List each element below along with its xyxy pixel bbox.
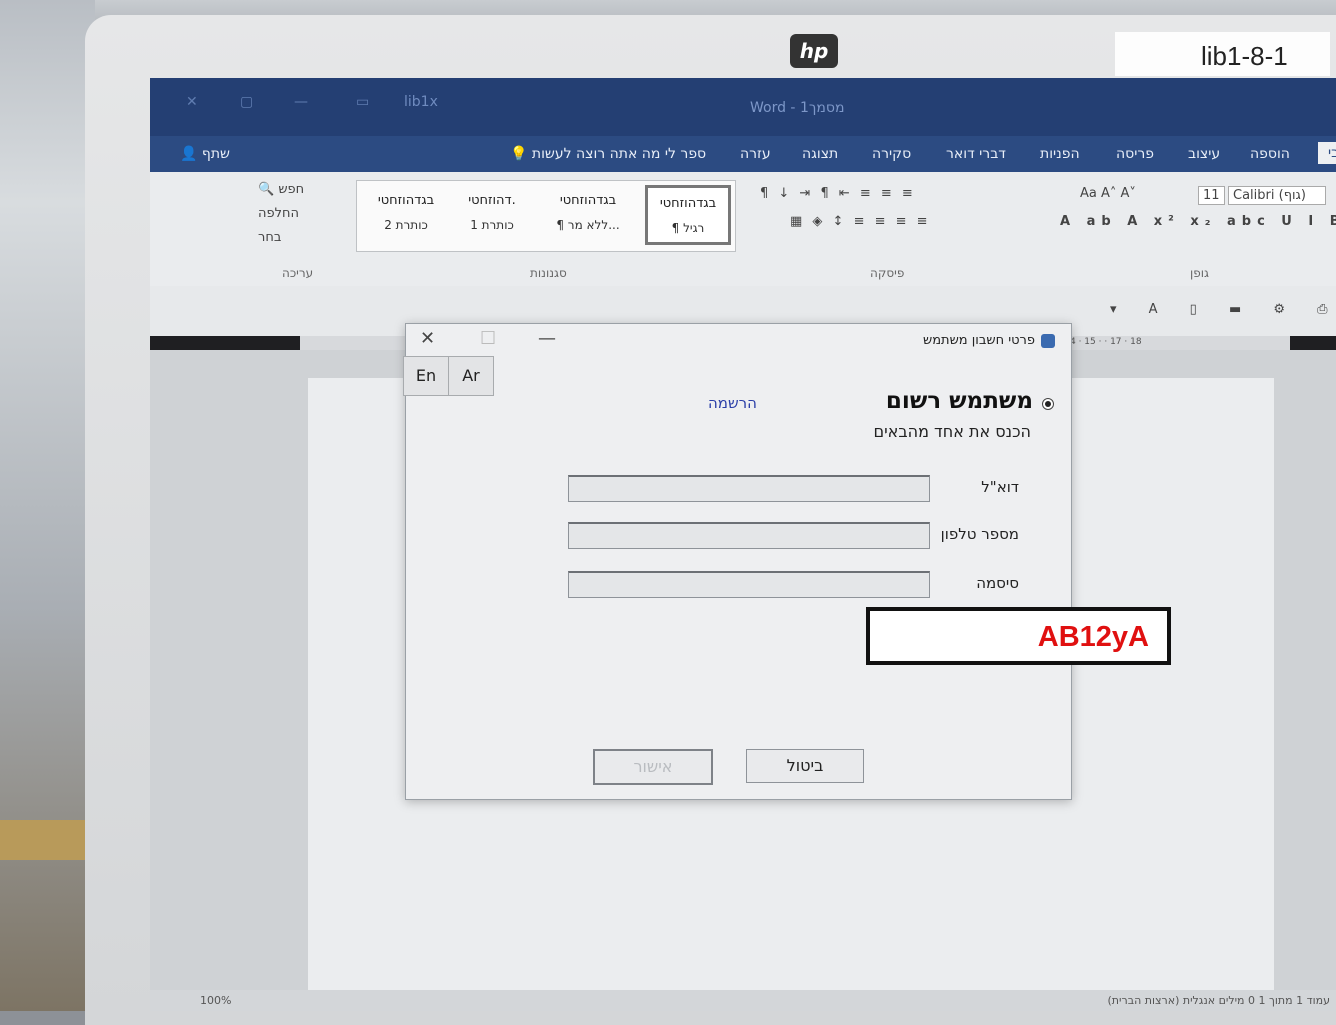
- find-label: חפש: [278, 182, 305, 197]
- person-icon: 👤: [180, 146, 198, 162]
- search-icon: 🔍: [258, 182, 275, 197]
- minimize-icon[interactable]: —: [538, 328, 556, 349]
- group-font: גופן: [1190, 266, 1209, 280]
- font-size-grow-shrink[interactable]: Aa A˄ A˅: [1080, 186, 1136, 201]
- ruler-numbers: 4 · 15 · · 17 · 18: [1070, 337, 1142, 347]
- font-size-select[interactable]: 11: [1198, 186, 1225, 205]
- styles-gallery: בגדהוזחטי כותרת 2 דהוזחטי. כותרת 1 בגדהו…: [356, 180, 736, 252]
- tab-references[interactable]: הפניות: [1040, 146, 1080, 162]
- style-preview: בגדהוזחטי: [377, 193, 435, 208]
- paragraph-tools-row2[interactable]: ▦ ◈ ↕ ≡ ≡ ≡ ≡: [790, 214, 931, 229]
- user-account-dialog: פרטי חשבון משתמש — ☐ ✕ En Ar משתמש רשום …: [403, 323, 1072, 800]
- group-editing: עריכה: [282, 266, 314, 280]
- tab-home[interactable]: בי: [1318, 142, 1336, 164]
- status-bar: עמוד 1 מתוך 1 0 מילים אנגלית (ארצות הברי…: [150, 990, 1336, 1011]
- lightbulb-icon: 💡: [510, 146, 528, 162]
- find-button[interactable]: 🔍 חפש: [258, 182, 304, 197]
- group-paragraph: פיסקה: [870, 266, 905, 280]
- style-name: כותרת 2: [384, 218, 428, 232]
- tab-design[interactable]: עיצוב: [1188, 146, 1220, 162]
- ok-button[interactable]: אישור: [593, 749, 713, 785]
- font-name-select[interactable]: Calibri (גוף): [1228, 186, 1326, 205]
- ribbon: 🔍 חפש החלפה בחר עריכה בגדהוזחטי כותרת 2 …: [150, 172, 1336, 287]
- style-preview: בגדהוזחטי: [659, 196, 717, 211]
- close-icon[interactable]: ✕: [420, 328, 435, 349]
- group-styles: סגנונות: [530, 266, 567, 280]
- registered-user-heading: משתמש רשום: [885, 388, 1033, 414]
- tab-review[interactable]: סקירה: [872, 146, 911, 162]
- phone-label: מספר טלפון: [940, 525, 1019, 543]
- password-field[interactable]: [568, 571, 930, 598]
- dialog-title-text: פרטי חשבון משתמש: [923, 333, 1035, 348]
- tab-layout[interactable]: פריסה: [1116, 146, 1154, 162]
- zoom-level[interactable]: 100%: [200, 994, 231, 1007]
- quick-tools-icons[interactable]: ▾ A ▯ ▬ ⚙ ⎙ ↺: [1110, 302, 1336, 317]
- ribbon-display-icon[interactable]: ▭: [356, 94, 369, 110]
- email-field[interactable]: [568, 475, 930, 502]
- tell-me-label: ספר לי מה אתה רוצה לעשות: [531, 146, 707, 162]
- restore-window-icon[interactable]: ▢: [240, 94, 253, 110]
- background-shelf: [0, 820, 95, 860]
- style-normal[interactable]: בגדהוזחטי ¶ רגיל: [645, 185, 731, 245]
- share-label: שתף: [201, 146, 230, 162]
- tab-mailings[interactable]: דברי דואר: [946, 146, 1006, 162]
- monitor-label: lib1-8-1: [1115, 32, 1330, 76]
- tab-help[interactable]: עזרה: [740, 146, 771, 162]
- maximize-icon: ☐: [480, 328, 497, 349]
- password-label: סיסמה: [976, 574, 1019, 592]
- style-heading1[interactable]: דהוזחטי. כותרת 1: [449, 185, 535, 245]
- status-text: עמוד 1 מתוך 1 0 מילים אנגלית (ארצות הברי…: [1107, 994, 1330, 1007]
- style-name: ¶ רגיל: [671, 221, 705, 235]
- annotation-text: AB12yA: [1037, 621, 1149, 653]
- registered-user-radio[interactable]: [1042, 398, 1054, 410]
- hp-logo: hp: [790, 34, 838, 68]
- font-format-tools[interactable]: A ab A x² x₂ abc U I B: [1060, 214, 1336, 229]
- tab-view[interactable]: תצוגה: [802, 146, 838, 162]
- paragraph-tools-row1[interactable]: ¶ ↓ ⇥ ¶ ⇤ ≡ ≡ ≡: [760, 186, 916, 201]
- replace-button[interactable]: החלפה: [258, 206, 299, 221]
- window-title: Word - מסמך1: [750, 100, 845, 116]
- style-name: ¶ ללא מר...: [556, 218, 620, 232]
- style-preview: בגדהוזחטי: [559, 193, 617, 208]
- language-ar-button[interactable]: Ar: [448, 356, 494, 396]
- language-en-button[interactable]: En: [403, 356, 449, 396]
- minimize-window-icon[interactable]: —: [294, 94, 308, 110]
- dialog-title: פרטי חשבון משתמש: [923, 333, 1055, 348]
- ribbon-tabs: 👤 שתף 💡 ספר לי מה אתה רוצה לעשות עזרה תצ…: [150, 136, 1336, 172]
- cancel-button[interactable]: ביטול: [746, 749, 864, 783]
- annotation-box: AB12yA: [866, 607, 1171, 665]
- instructions-text: הכנס את אחד מהבאים: [873, 422, 1031, 441]
- lock-icon: [1041, 333, 1055, 348]
- doc-short-name: lib1x: [404, 94, 438, 110]
- style-name: כותרת 1: [470, 218, 514, 232]
- tell-me-box[interactable]: 💡 ספר לי מה אתה רוצה לעשות: [510, 146, 706, 162]
- style-no-spacing[interactable]: בגדהוזחטי ¶ ללא מר...: [545, 185, 631, 245]
- email-label: דוא"ל: [981, 478, 1019, 496]
- style-heading2[interactable]: בגדהוזחטי כותרת 2: [363, 185, 449, 245]
- close-window-icon[interactable]: ✕: [186, 94, 198, 110]
- tab-insert[interactable]: הוספה: [1250, 146, 1290, 162]
- register-link[interactable]: הרשמה: [708, 394, 757, 412]
- share-button[interactable]: 👤 שתף: [180, 146, 230, 162]
- select-button[interactable]: בחר: [258, 230, 281, 245]
- style-preview: דהוזחטי.: [468, 193, 516, 208]
- word-titlebar: ✕ ▢ — ▭ lib1x Word - מסמך1: [150, 78, 1336, 136]
- phone-field[interactable]: [568, 522, 930, 549]
